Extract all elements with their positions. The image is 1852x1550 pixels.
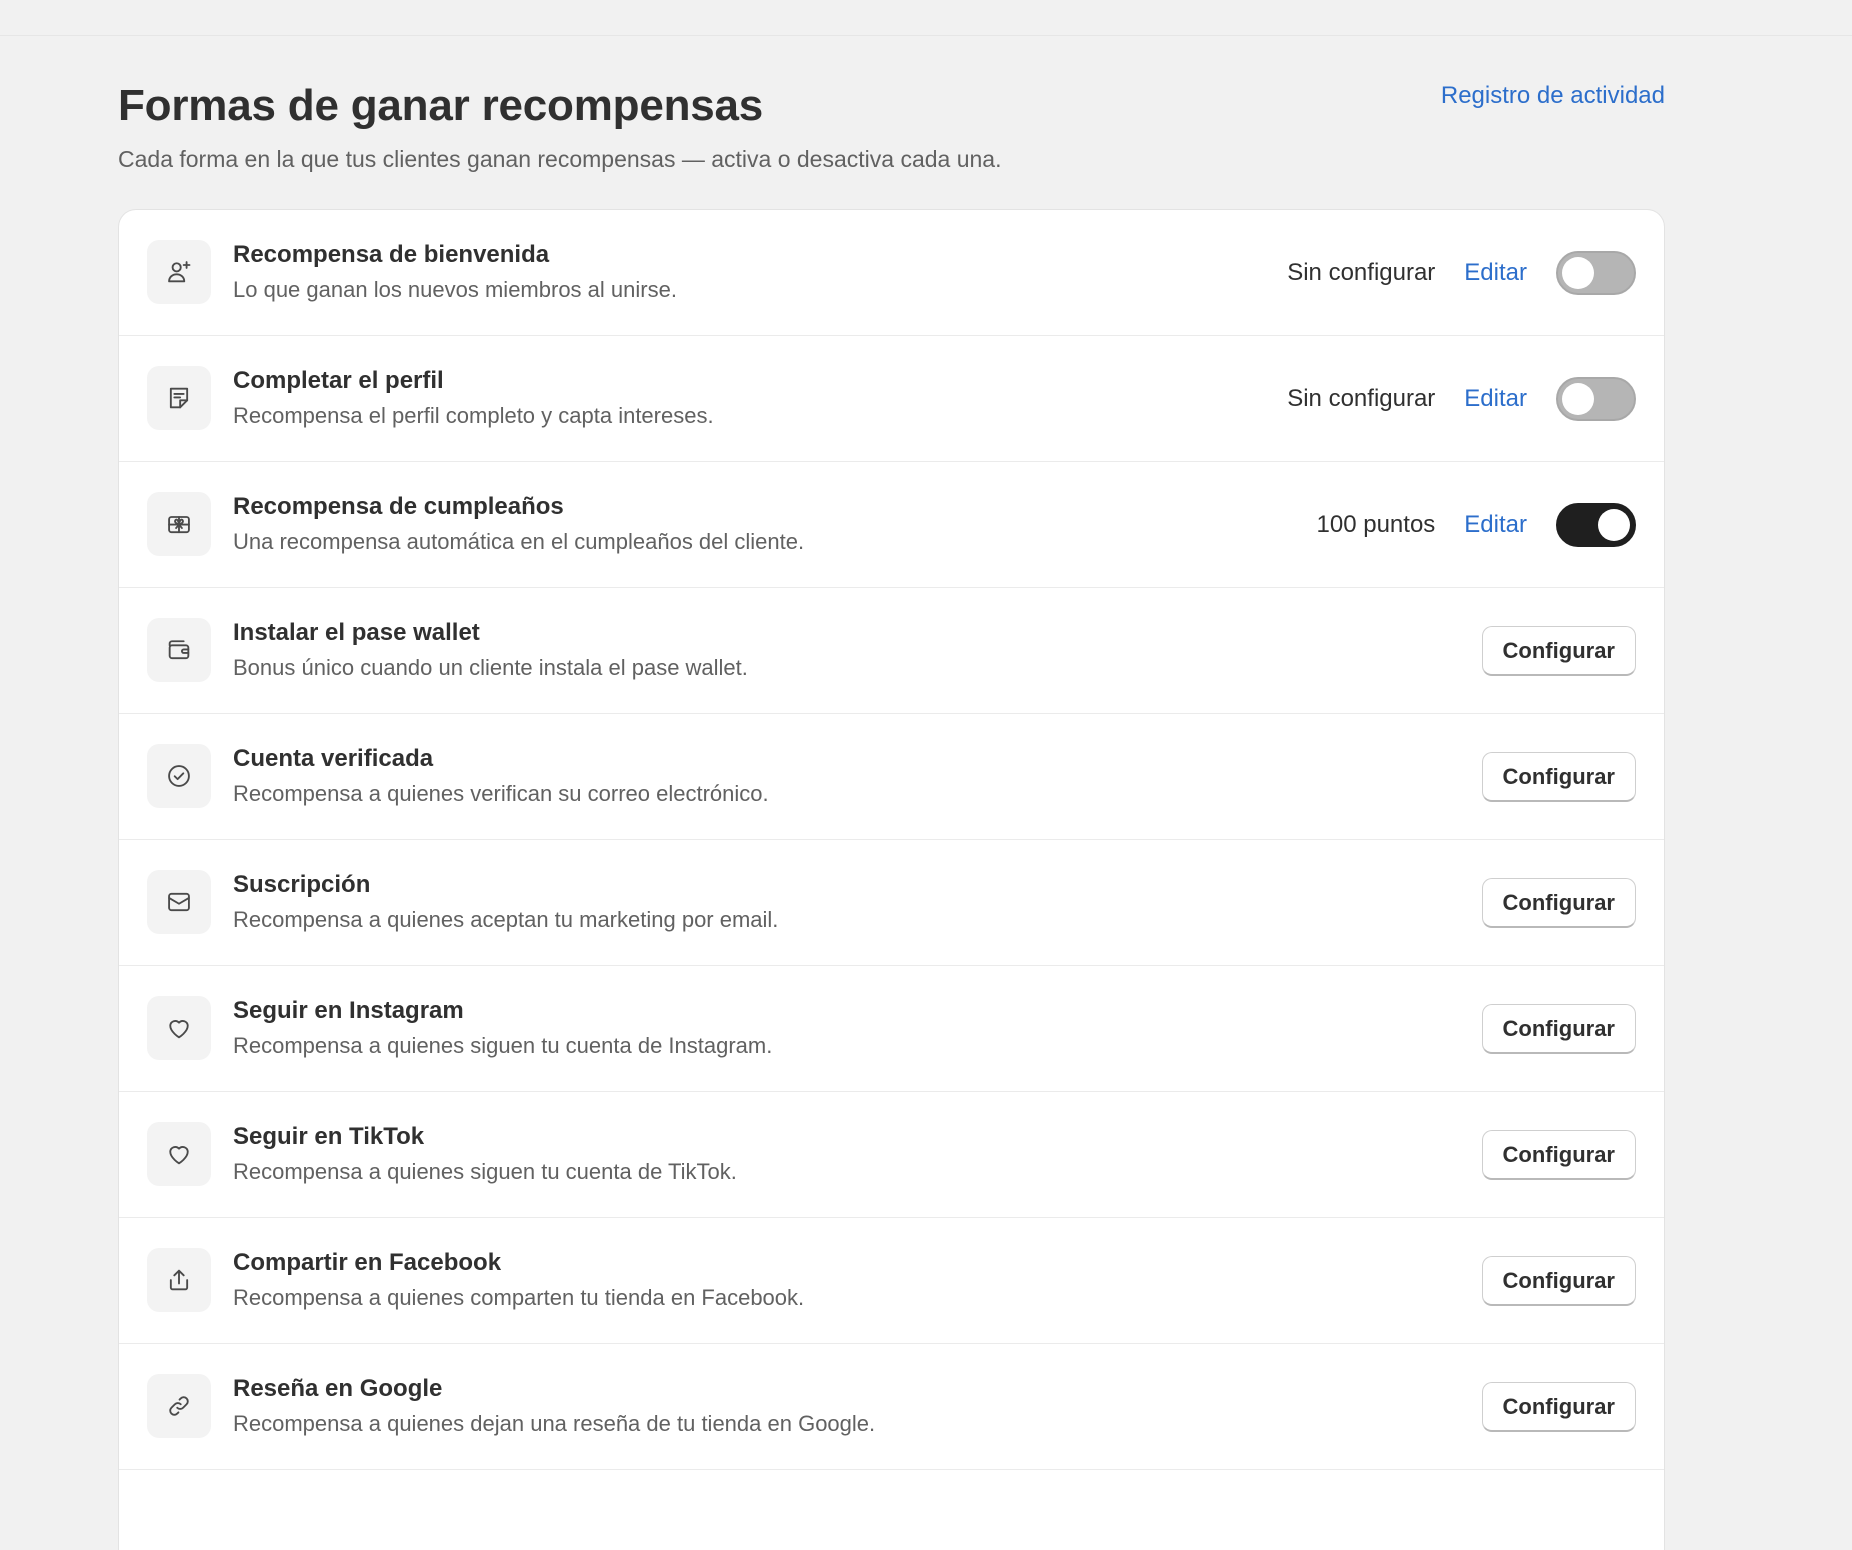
enable-toggle[interactable] <box>1556 377 1636 421</box>
page-subtitle: Cada forma en la que tus clientes ganan … <box>118 146 1002 172</box>
person-add-icon <box>147 240 211 304</box>
link-icon <box>147 1374 211 1438</box>
row-title: Recompensa de bienvenida <box>233 241 550 268</box>
edit-link[interactable]: Editar <box>1464 259 1527 287</box>
edit-link[interactable]: Editar <box>1464 511 1527 539</box>
configure-button[interactable]: Configurar <box>1481 878 1636 928</box>
earn-method-row: Compartir en Facebook Recompensa a quien… <box>119 1218 1664 1344</box>
row-title: Seguir en TikTok <box>233 1123 425 1150</box>
row-description: Recompensa el perfil completo y capta in… <box>233 403 714 428</box>
configure-button[interactable]: Configurar <box>1481 1130 1636 1180</box>
row-title: Cuenta verificada <box>233 745 434 772</box>
earn-method-row: Seguir en TikTok Recompensa a quienes si… <box>119 1092 1664 1218</box>
row-description: Recompensa a quienes siguen tu cuenta de… <box>233 1033 773 1058</box>
row-title: Instalar el pase wallet <box>233 619 480 646</box>
page-title: Formas de ganar recompensas <box>118 81 764 130</box>
row-description: Recompensa a quienes dejan una reseña de… <box>233 1411 876 1436</box>
earn-method-row: Recompensa de bienvenida Lo que ganan lo… <box>119 210 1664 336</box>
row-title: Suscripción <box>233 871 371 898</box>
row-status: Sin configurar <box>1287 385 1436 412</box>
email-icon <box>147 870 211 934</box>
earn-method-row: Reseña en Google Recompensa a quienes de… <box>119 1344 1664 1470</box>
wallet-icon <box>147 618 211 682</box>
row-description: Lo que ganan los nuevos miembros al unir… <box>233 277 677 302</box>
toggle-knob <box>1562 383 1594 415</box>
row-description: Recompensa a quienes comparten tu tienda… <box>233 1285 805 1310</box>
row-description: Una recompensa automática en el cumpleañ… <box>233 529 805 554</box>
activity-log-link[interactable]: Registro de actividad <box>1441 80 1665 112</box>
earn-method-row: Seguir en Instagram Recompensa a quienes… <box>119 966 1664 1092</box>
row-status: 100 puntos <box>1316 511 1436 538</box>
heart-icon <box>147 1122 211 1186</box>
row-title: Compartir en Facebook <box>233 1249 502 1276</box>
configure-button[interactable]: Configurar <box>1481 1256 1636 1306</box>
earn-method-row: Cuenta verificada Recompensa a quienes v… <box>119 714 1664 840</box>
row-title: Seguir en Instagram <box>233 997 464 1024</box>
top-bar <box>0 0 1852 36</box>
configure-button[interactable]: Configurar <box>1481 626 1636 676</box>
earn-method-row: Suscripción Recompensa a quienes aceptan… <box>119 840 1664 966</box>
row-description: Recompensa a quienes siguen tu cuenta de… <box>233 1159 737 1184</box>
heart-icon <box>147 996 211 1060</box>
earn-method-row: Completar el perfil Recompensa el perfil… <box>119 336 1664 462</box>
earn-methods-card: Recompensa de bienvenida Lo que ganan lo… <box>118 209 1665 1550</box>
row-status: Sin configurar <box>1287 259 1436 286</box>
row-title: Recompensa de cumpleaños <box>233 493 564 520</box>
row-title: Completar el perfil <box>233 367 444 394</box>
note-icon <box>147 366 211 430</box>
enable-toggle[interactable] <box>1556 503 1636 547</box>
row-title: Reseña en Google <box>233 1375 443 1402</box>
page-content: Formas de ganar recompensas Cada forma e… <box>118 80 1665 1550</box>
check-circle-icon <box>147 744 211 808</box>
toggle-knob <box>1562 257 1594 289</box>
configure-button[interactable]: Configurar <box>1481 1004 1636 1054</box>
row-description: Bonus único cuando un cliente instala el… <box>233 655 748 680</box>
row-description: Recompensa a quienes verifican su correo… <box>233 781 769 806</box>
row-description: Recompensa a quienes aceptan tu marketin… <box>233 907 779 932</box>
enable-toggle[interactable] <box>1556 251 1636 295</box>
configure-button[interactable]: Configurar <box>1481 752 1636 802</box>
earn-method-row: Recompensa de cumpleaños Una recompensa … <box>119 462 1664 588</box>
toggle-knob <box>1598 509 1630 541</box>
page-header: Formas de ganar recompensas Cada forma e… <box>118 80 1665 178</box>
edit-link[interactable]: Editar <box>1464 385 1527 413</box>
share-icon <box>147 1248 211 1312</box>
gift-icon <box>147 492 211 556</box>
configure-button[interactable]: Configurar <box>1481 1382 1636 1432</box>
earn-method-row: Instalar el pase wallet Bonus único cuan… <box>119 588 1664 714</box>
